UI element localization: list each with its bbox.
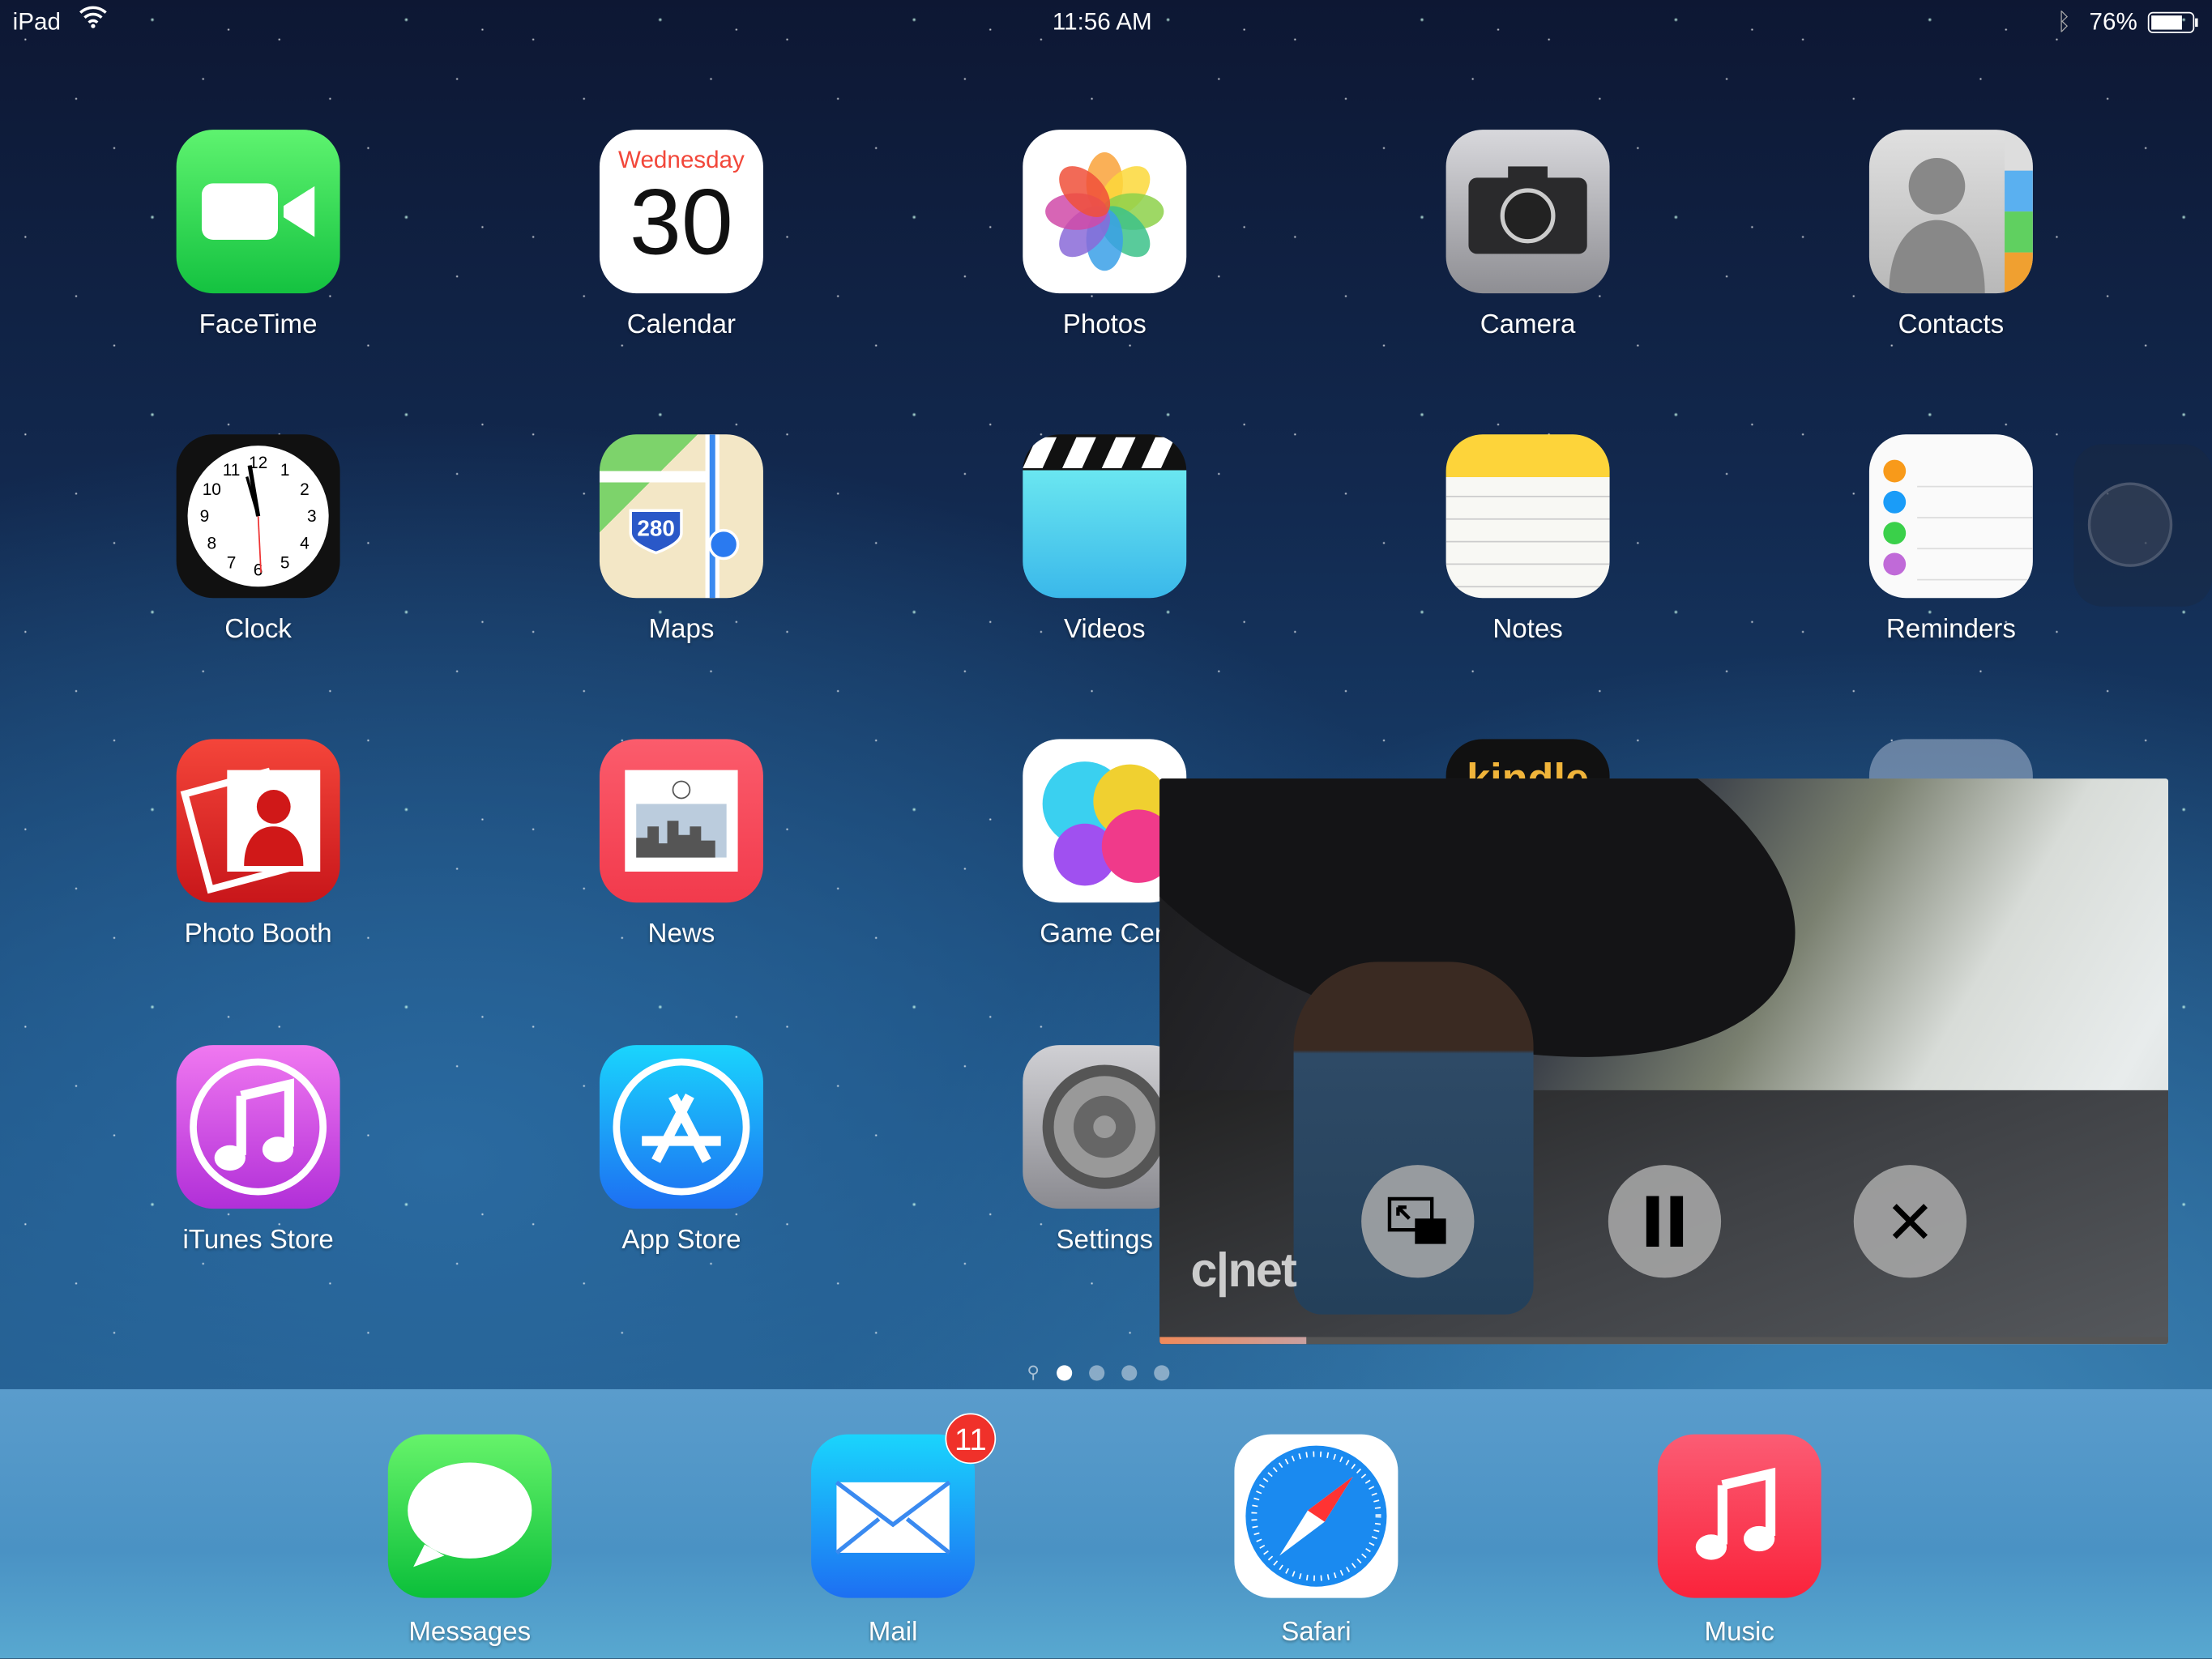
svg-text:10: 10	[203, 480, 221, 499]
dock	[0, 1388, 2212, 1659]
battery-percent: 76%	[2089, 8, 2137, 36]
news-icon	[599, 739, 763, 903]
device-name: iPad	[12, 8, 61, 36]
app-label: Maps	[648, 615, 715, 645]
svg-text:11: 11	[223, 461, 241, 480]
app-maps[interactable]: 280 Maps	[569, 434, 795, 646]
app-label: iTunes Store	[182, 1225, 334, 1256]
svg-text:7: 7	[227, 553, 237, 572]
restore-fullscreen-button[interactable]	[1361, 1165, 1475, 1278]
page-dot[interactable]	[1056, 1364, 1072, 1380]
app-news[interactable]: News	[569, 739, 795, 950]
clock-time: 11:56 AM	[1052, 8, 1152, 36]
svg-text:5: 5	[280, 553, 290, 572]
safari-icon	[1234, 1434, 1399, 1598]
app-mail[interactable]: Mail	[780, 1434, 1006, 1649]
messages-icon	[387, 1434, 552, 1598]
videos-icon	[1023, 434, 1187, 599]
page-indicator[interactable]: ⚲	[1027, 1363, 1169, 1382]
app-notes[interactable]: Notes	[1415, 434, 1641, 646]
cnet-watermark: c|net	[1190, 1243, 1296, 1298]
page-dot[interactable]	[1121, 1364, 1137, 1380]
app-music[interactable]: Music	[1626, 1434, 1852, 1649]
status-bar: iPad 11:56 AM ᛒ 76%	[0, 0, 2212, 45]
app-label: Photo Booth	[184, 919, 332, 949]
app-reminders[interactable]: Reminders	[1838, 434, 2065, 646]
facetime-icon	[176, 130, 340, 294]
battery-icon	[2147, 11, 2201, 41]
music-icon	[1657, 1434, 1821, 1598]
mail-icon	[811, 1434, 976, 1598]
app-label: FaceTime	[199, 310, 318, 340]
svg-text:3: 3	[307, 507, 317, 526]
page-dot[interactable]	[1153, 1364, 1169, 1380]
app-photos[interactable]: Photos	[992, 130, 1218, 341]
app-label: Photos	[1062, 310, 1147, 340]
wifi-icon	[79, 6, 107, 36]
app-label: Safari	[1281, 1618, 1352, 1648]
picture-in-picture-video[interactable]: c|net	[1159, 778, 2169, 1345]
app-store-icon	[599, 1045, 763, 1209]
app-label: Notes	[1492, 615, 1563, 645]
svg-text:2: 2	[300, 480, 310, 499]
app-label: Videos	[1063, 615, 1146, 645]
app-app-store[interactable]: App Store	[569, 1045, 795, 1256]
contacts-icon	[1868, 130, 2033, 294]
app-calendar[interactable]: Wednesday 30 Calendar	[569, 130, 795, 341]
spotlight-search-icon[interactable]: ⚲	[1027, 1363, 1039, 1382]
clock-icon: 1 2 3 4 5 6 7 8 9 10 11 12	[176, 434, 340, 599]
maps-icon: 280	[599, 434, 763, 599]
camera-icon	[1445, 130, 1610, 294]
video-progress-bar[interactable]	[1159, 1337, 2169, 1345]
svg-text:4: 4	[300, 534, 310, 552]
close-button[interactable]	[1853, 1165, 1967, 1278]
page-dot[interactable]	[1088, 1364, 1104, 1380]
app-label: Music	[1704, 1618, 1774, 1648]
assistive-touch-button[interactable]	[2073, 444, 2212, 607]
close-icon	[1892, 1204, 1928, 1239]
app-clock[interactable]: 1 2 3 4 5 6 7 8 9 10 11 12 Clock	[145, 434, 371, 646]
calendar-icon: Wednesday 30	[599, 130, 763, 294]
reminders-icon	[1868, 434, 2033, 599]
app-facetime[interactable]: FaceTime	[145, 130, 371, 341]
svg-text:280: 280	[637, 516, 674, 541]
app-label: News	[647, 919, 715, 949]
app-label: Calendar	[626, 310, 737, 340]
photos-icon	[1023, 130, 1187, 294]
pause-icon	[1646, 1196, 1684, 1247]
bluetooth-icon: ᛒ	[2056, 8, 2072, 36]
photo-booth-icon	[176, 739, 340, 903]
app-safari[interactable]: Safari	[1203, 1434, 1429, 1649]
app-label: Contacts	[1898, 310, 2005, 340]
app-camera[interactable]: Camera	[1415, 130, 1641, 341]
pip-restore-icon	[1387, 1196, 1446, 1244]
mail-badge: 11	[945, 1413, 997, 1465]
notes-icon	[1445, 434, 1610, 599]
app-label: Clock	[224, 615, 292, 645]
itunes-store-icon	[176, 1045, 340, 1209]
home-screen: iPad 11:56 AM ᛒ 76% FaceTime Wednesday 30 C…	[0, 0, 2212, 1659]
app-label: Messages	[408, 1618, 532, 1648]
pause-button[interactable]	[1608, 1165, 1722, 1278]
app-label: App Store	[621, 1225, 741, 1256]
svg-text:1: 1	[280, 461, 290, 480]
app-label: Reminders	[1885, 615, 2016, 645]
svg-text:8: 8	[207, 534, 217, 552]
app-messages[interactable]: Messages	[357, 1434, 583, 1649]
app-label: Mail	[868, 1618, 918, 1648]
app-contacts[interactable]: Contacts	[1838, 130, 2065, 341]
app-photo-booth[interactable]: Photo Booth	[145, 739, 371, 950]
app-videos[interactable]: Videos	[992, 434, 1218, 646]
app-label: Camera	[1480, 310, 1576, 340]
app-itunes-store[interactable]: iTunes Store	[145, 1045, 371, 1256]
svg-text:9: 9	[200, 507, 210, 526]
